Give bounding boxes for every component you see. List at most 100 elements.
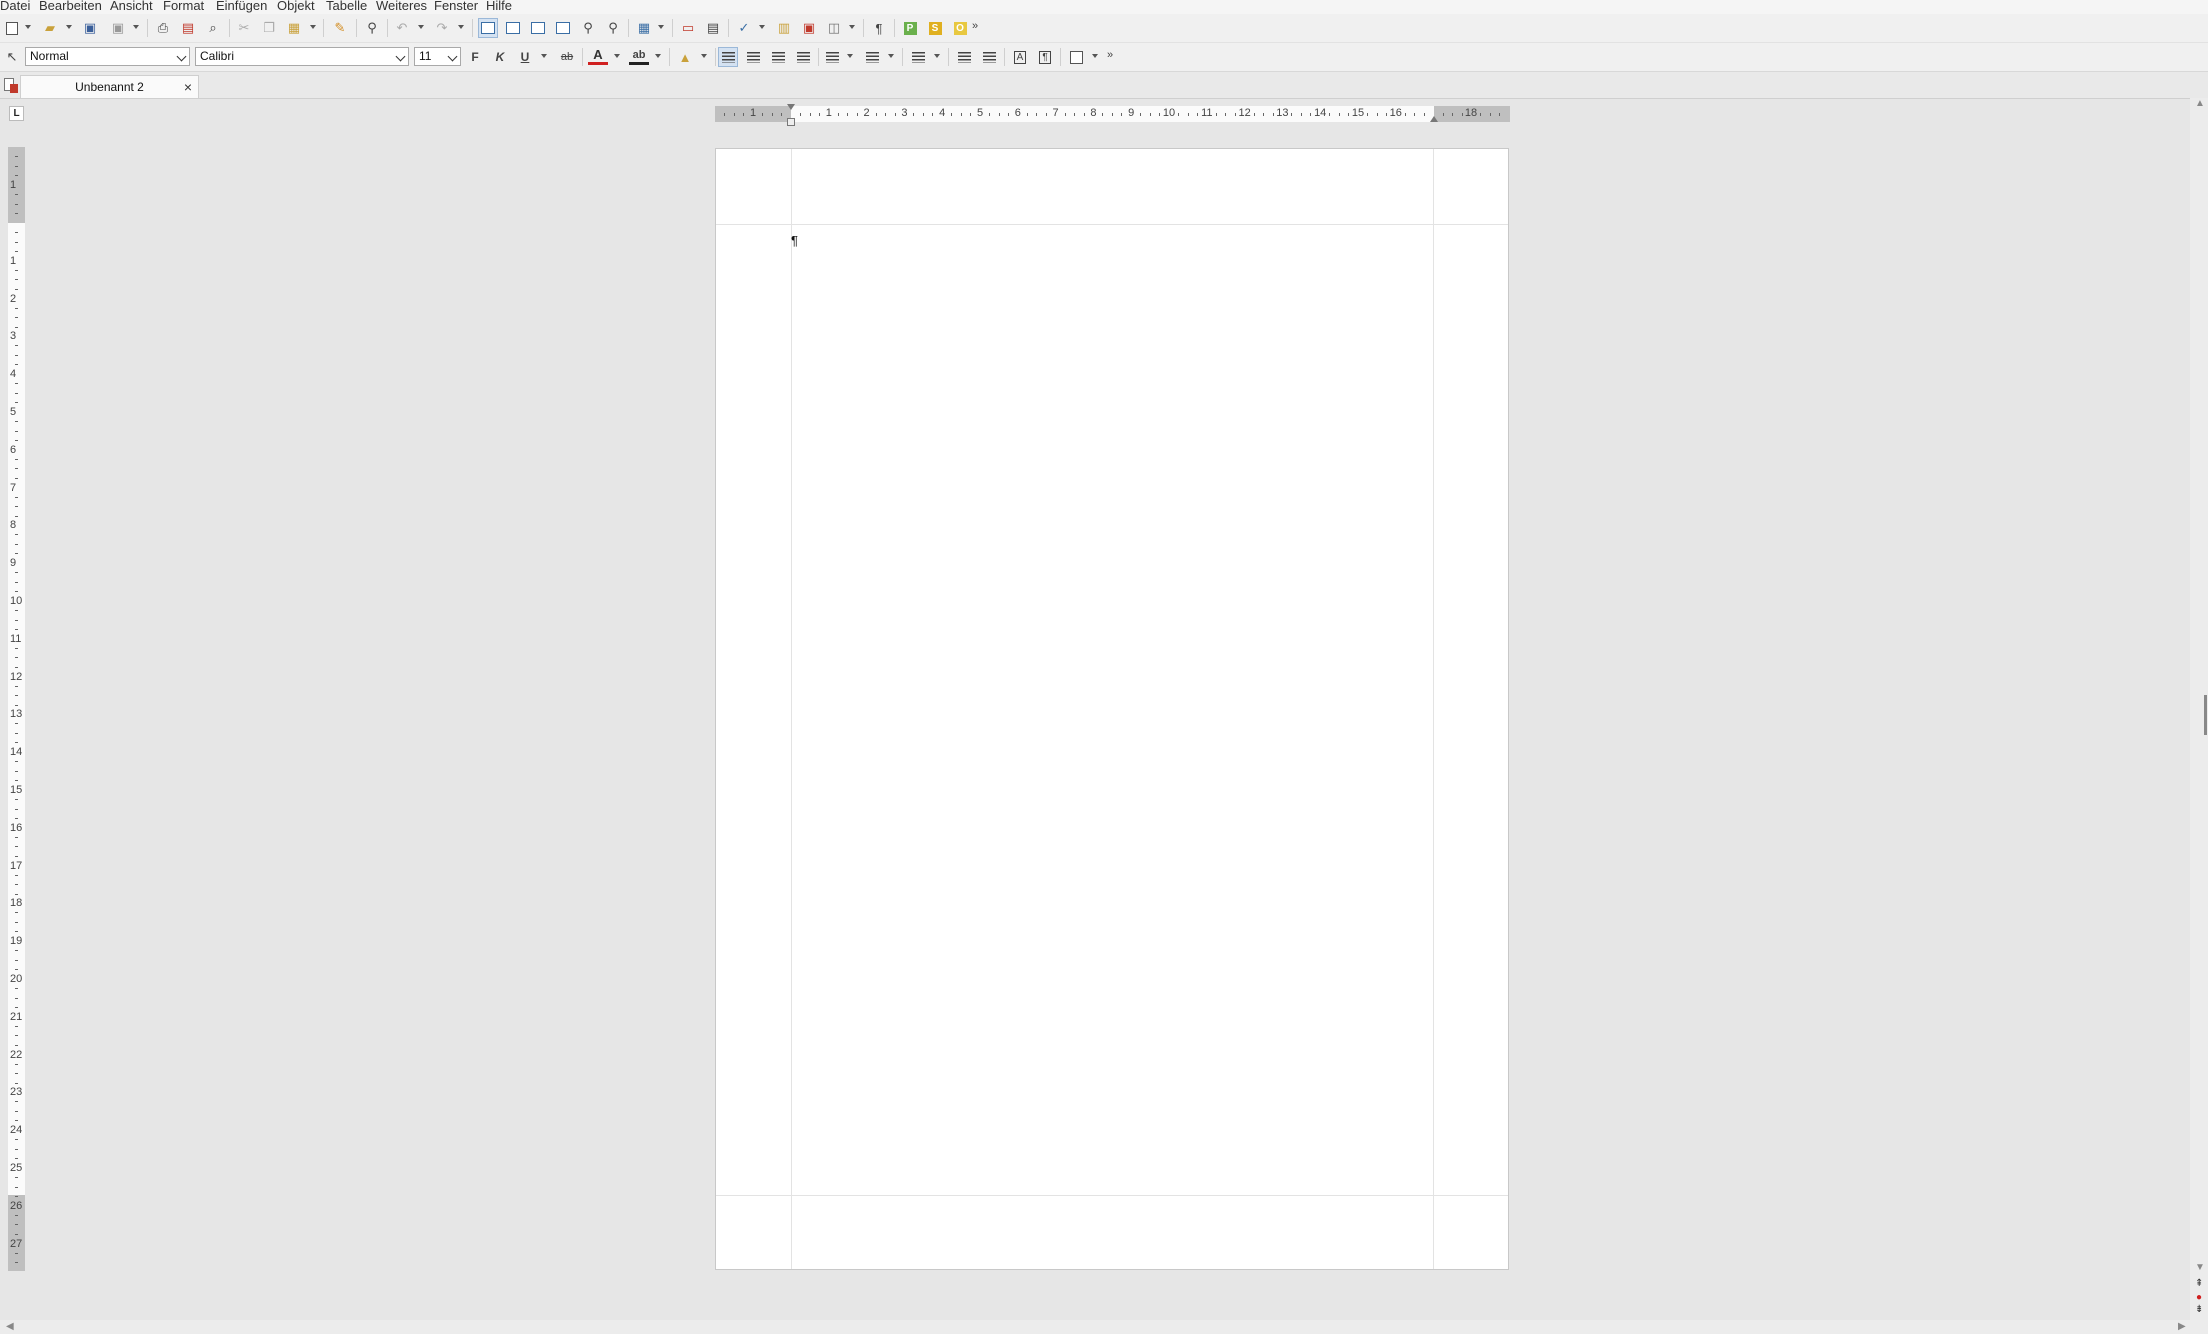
outline-view-button[interactable] [528,18,548,38]
bold-button[interactable]: F [465,47,485,67]
scroll-down-icon[interactable]: ▼ [2195,1262,2205,1273]
paragraph-format-button[interactable]: ¶ [1035,47,1055,67]
align-right-button[interactable] [768,47,788,67]
underline-dropdown-arrow[interactable] [541,54,547,58]
open-button[interactable]: ▰ [40,18,60,38]
next-page-icon[interactable]: ⇟ [2195,1304,2203,1315]
planmaker-button[interactable]: P [900,18,920,38]
other-app-button[interactable]: O [950,18,970,38]
gallery-button[interactable]: ▣ [799,18,819,38]
indent-marker-left[interactable] [787,118,795,126]
shading-dropdown-arrow[interactable] [701,54,707,58]
clone-formatting-button[interactable]: ✎ [330,18,350,38]
horizontal-scrollbar[interactable]: ◀ ▶ [0,1320,2208,1334]
new-document-button[interactable] [2,18,22,38]
indent-marker-first-line[interactable] [787,104,795,110]
save-dropdown-arrow[interactable] [133,25,139,29]
tab-stop-selector[interactable]: L [9,106,24,121]
normal-view-button[interactable] [478,18,498,38]
borders-dropdown-arrow[interactable] [1092,54,1098,58]
copy-button[interactable]: ❐ [259,18,279,38]
menu-hilfe[interactable]: Hilfe [486,0,512,12]
menu-bearbeiten[interactable]: Bearbeiten [39,0,102,12]
undo-button[interactable]: ↶ [392,18,412,38]
scroll-up-icon[interactable]: ▲ [2195,98,2205,109]
menu-datei[interactable]: Datei [0,0,30,12]
web-view-button[interactable] [503,18,523,38]
align-center-button[interactable] [743,47,763,67]
strikethrough-button[interactable]: ab [557,47,577,67]
paste-dropdown-arrow[interactable] [310,25,316,29]
paste-button[interactable]: ▦ [284,18,304,38]
italic-button[interactable]: K [490,47,510,67]
toolbar-overflow-button[interactable]: » [969,16,981,36]
shading-button[interactable]: ▲ [675,47,695,67]
outline-dropdown-arrow[interactable] [934,54,940,58]
highlight-dropdown-arrow[interactable] [655,54,661,58]
bullets-button[interactable] [822,47,842,67]
decrease-indent-button[interactable] [954,47,974,67]
borders-button[interactable] [1066,47,1086,67]
close-icon[interactable]: × [184,76,192,98]
highlight-button[interactable]: ab [629,47,649,65]
spellcheck-dropdown-arrow[interactable] [759,25,765,29]
paragraph-style-select[interactable]: Normal [25,47,190,66]
character-format-button[interactable]: A [1010,47,1030,67]
numbering-dropdown-arrow[interactable] [888,54,894,58]
document-tab[interactable]: Unbenannt 2 × [20,75,199,98]
document-page[interactable]: ¶ [715,148,1509,1270]
new-dropdown-arrow[interactable] [25,25,31,29]
insert-table-button[interactable]: ▦ [634,18,654,38]
bullets-dropdown-arrow[interactable] [847,54,853,58]
spellcheck-button[interactable]: ✓ [734,18,754,38]
browse-object-icon[interactable]: ● [2196,1292,2202,1303]
library-button[interactable]: ▥ [774,18,794,38]
insert-picture-button[interactable]: ▭ [678,18,698,38]
font-size-select[interactable]: 11 [414,47,461,66]
align-left-button[interactable] [718,47,738,67]
cut-button[interactable]: ✂ [234,18,254,38]
zoom-button[interactable]: ⚲ [578,18,598,38]
splitter-handle[interactable] [2204,695,2207,735]
insert-field-button[interactable]: ▤ [703,18,723,38]
presentations-button[interactable]: S [925,18,945,38]
zoom-page-button[interactable]: ⚲ [603,18,623,38]
undo-dropdown-arrow[interactable] [418,25,424,29]
font-color-button[interactable]: A [588,47,608,65]
menu-format[interactable]: Format [163,0,204,12]
vertical-ruler[interactable]: 1 1 2 3 4 5 6 7 8 9 10 11 12 13 14 15 16 17 18 19 20 21 22 23 2… [8,147,25,1271]
underline-button[interactable]: U [515,47,535,67]
export-pdf-button[interactable]: ▤ [178,18,198,38]
font-color-dropdown-arrow[interactable] [614,54,620,58]
increase-indent-button[interactable] [979,47,999,67]
scroll-left-icon[interactable]: ◀ [6,1321,14,1332]
menu-einfuegen[interactable]: Einfügen [216,0,267,12]
horizontal-ruler[interactable]: 1 1 2 3 4 5 6 7 8 9 10 11 12 13 14 15 16 18 [715,104,1510,126]
redo-button[interactable]: ↷ [432,18,452,38]
print-preview-button[interactable]: ⌕ [203,18,223,38]
find-replace-button[interactable]: ⚲ [362,18,382,38]
formatting-marks-button[interactable]: ¶ [869,18,889,38]
menu-ansicht[interactable]: Ansicht [110,0,153,12]
outline-numbering-button[interactable] [908,47,928,67]
master-view-button[interactable] [553,18,573,38]
redo-dropdown-arrow[interactable] [458,25,464,29]
menu-objekt[interactable]: Objekt [277,0,315,12]
numbering-button[interactable] [862,47,882,67]
previous-page-icon[interactable]: ⇞ [2195,1278,2203,1289]
formatting-overflow-button[interactable]: » [1104,45,1116,65]
indent-marker-right[interactable] [1430,116,1438,122]
save-as-button[interactable]: ▣ [108,18,128,38]
menu-weiteres[interactable]: Weiteres [376,0,427,12]
navigator-button[interactable]: ◫ [824,18,844,38]
open-dropdown-arrow[interactable] [66,25,72,29]
insert-table-dropdown-arrow[interactable] [658,25,664,29]
font-name-select[interactable]: Calibri [195,47,409,66]
scroll-right-icon[interactable]: ▶ [2178,1321,2186,1332]
menu-fenster[interactable]: Fenster [434,0,478,12]
print-button[interactable]: ⎙ [153,18,173,38]
navigator-dropdown-arrow[interactable] [849,25,855,29]
menu-tabelle[interactable]: Tabelle [326,0,367,12]
save-button[interactable]: ▣ [80,18,100,38]
select-mode-button[interactable]: ↖ [2,47,22,67]
